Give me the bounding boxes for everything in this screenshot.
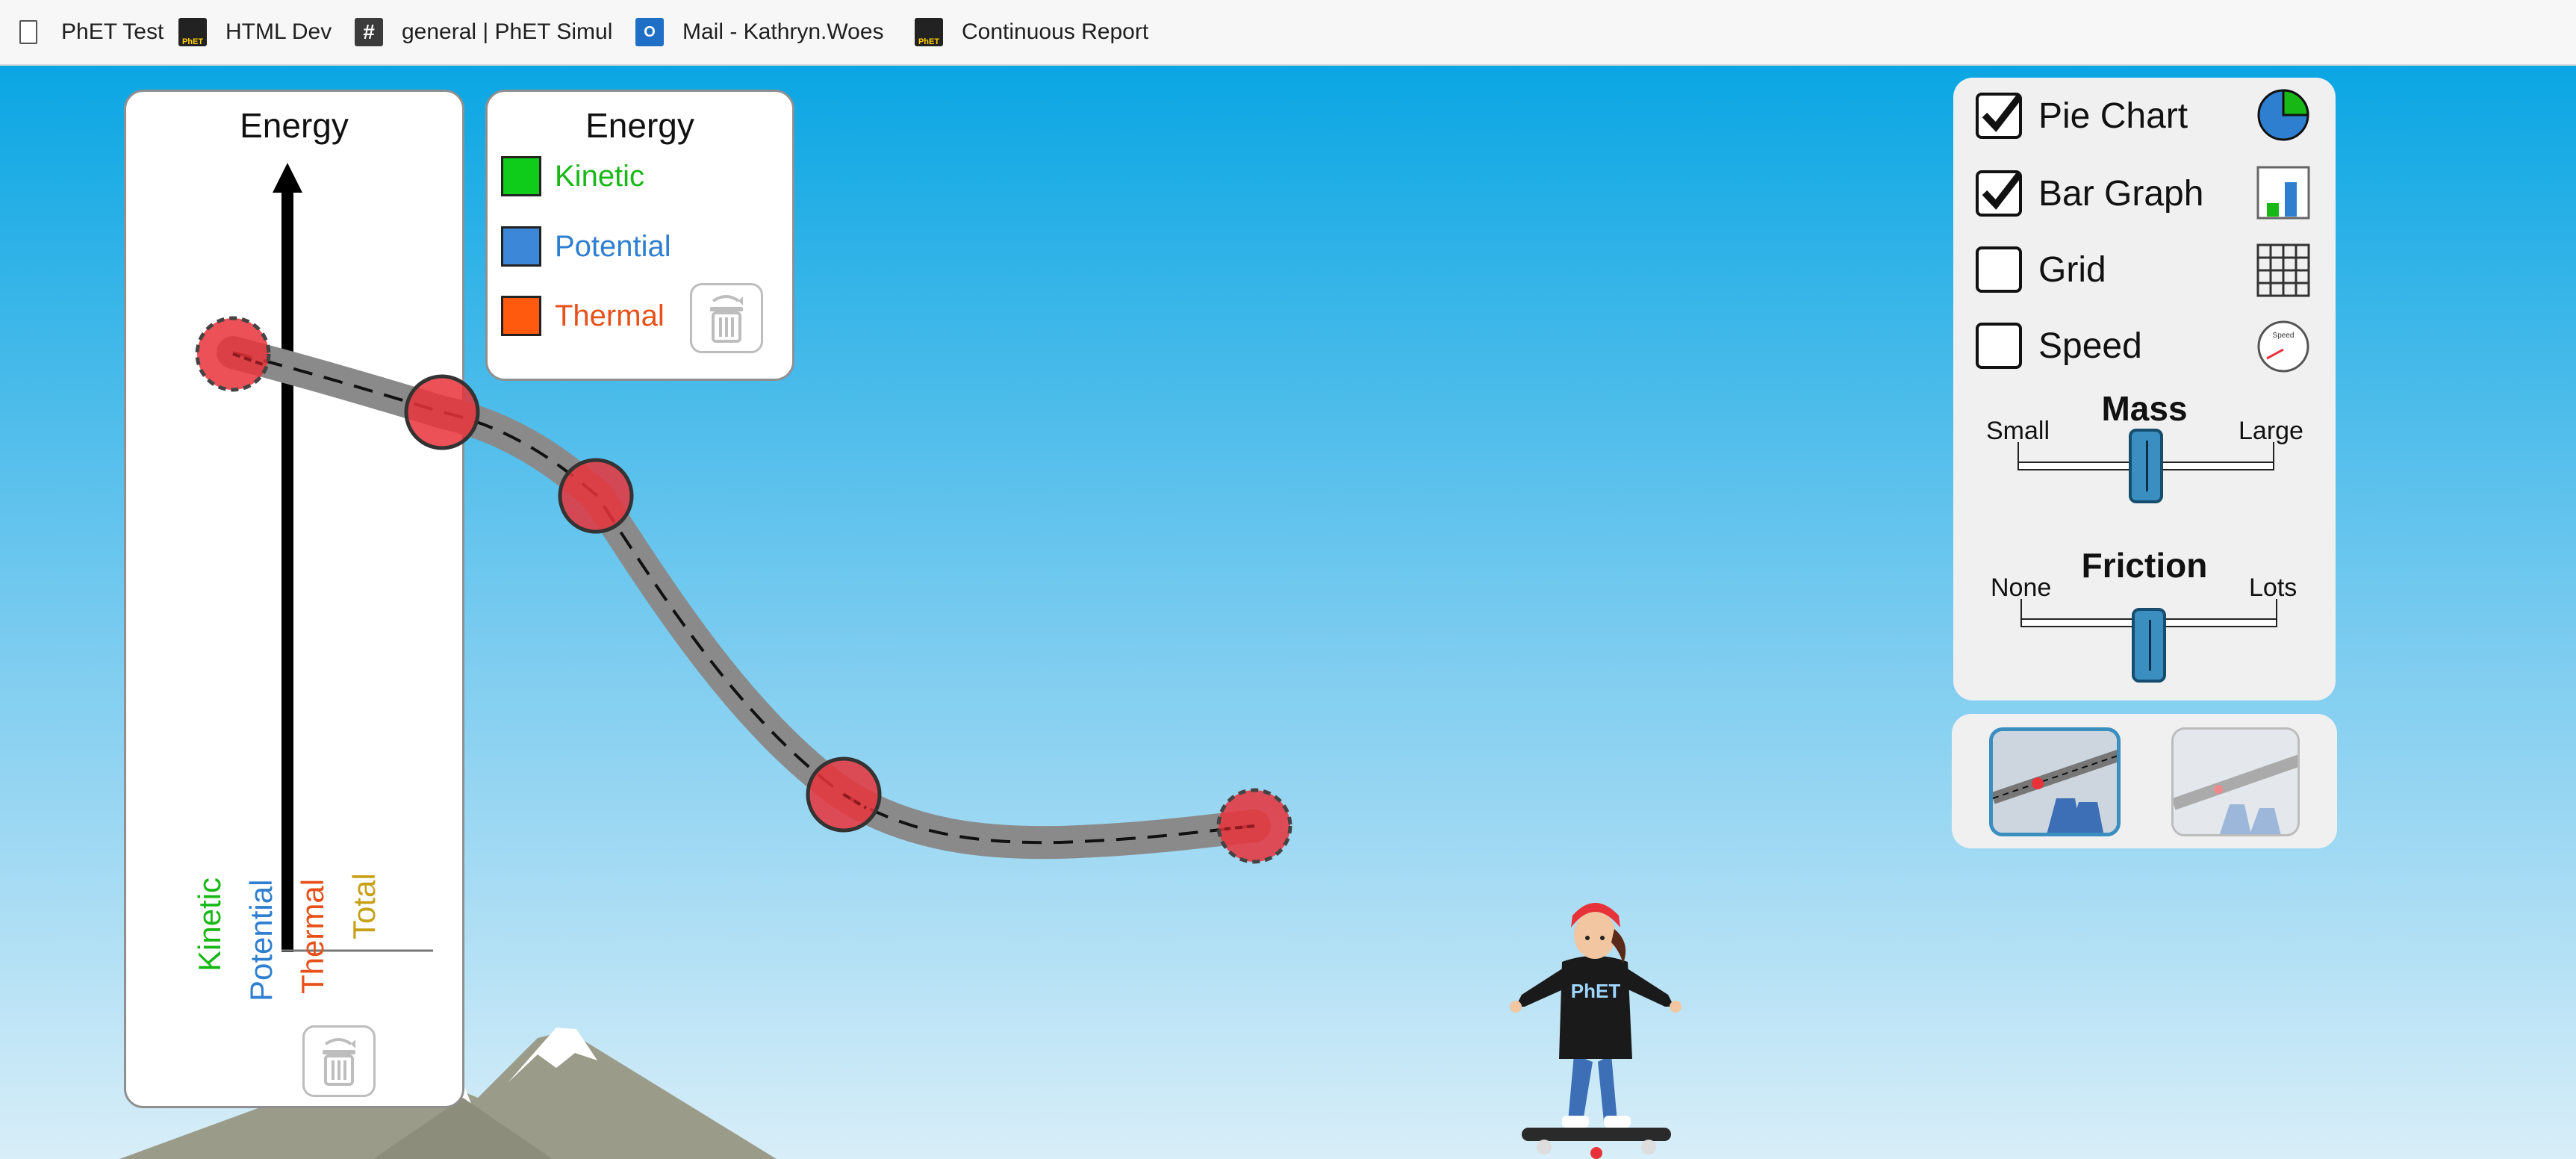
page-icon — [19, 20, 37, 44]
legend-item-potential: Potential — [501, 226, 671, 267]
track-scene-icon — [1993, 731, 2117, 833]
bookmarks-bar: PhET Test PhET HTML Dev # general | PhET… — [0, 0, 2576, 66]
bookmark-general-phet[interactable]: # general | PhET Simul — [354, 0, 612, 64]
checkmark-icon — [1982, 95, 2022, 132]
pie-chart-checkbox[interactable]: Pie Chart — [1976, 93, 2188, 139]
legend-label: Kinetic — [555, 159, 645, 193]
bar-label-kinetic: Kinetic — [192, 877, 227, 972]
grid-checkbox[interactable]: Grid — [1976, 246, 2106, 293]
clear-thermal-legend-button[interactable] — [690, 283, 763, 353]
scene-button-track-1[interactable] — [1989, 727, 2121, 836]
checkbox-label: Bar Graph — [2038, 173, 2204, 214]
bookmark-label: Continuous Report — [962, 19, 1149, 44]
speedometer-icon: Speed — [2257, 320, 2309, 373]
trash-icon — [323, 1038, 355, 1086]
checkmark-icon — [1982, 173, 2022, 210]
legend-title: Energy — [585, 106, 694, 145]
mass-tick-max — [2273, 442, 2274, 470]
skater[interactable]: PhET — [1499, 890, 1693, 1159]
checkbox-label: Grid — [2038, 249, 2106, 290]
outlook-icon: O — [635, 18, 664, 46]
checkbox[interactable] — [1976, 323, 2022, 369]
bookmark-html-dev[interactable]: PhET HTML Dev — [178, 0, 332, 64]
bookmark-continuous-report[interactable]: PhET Continuous Report — [914, 0, 1148, 64]
bar-graph-checkbox[interactable]: Bar Graph — [1976, 170, 2203, 217]
friction-tick-max — [2276, 599, 2277, 627]
legend-label: Thermal — [555, 299, 665, 332]
friction-slider-thumb[interactable] — [2132, 608, 2166, 683]
friction-tick-min — [2020, 599, 2022, 627]
bookmark-label: HTML Dev — [225, 19, 332, 44]
bar-graph-icon — [2256, 166, 2310, 220]
checkbox-label: Speed — [2038, 326, 2142, 366]
phet-icon: PhET — [178, 18, 207, 46]
bookmark-label: PhET Test — [61, 19, 164, 44]
scene-button-track-2[interactable] — [2171, 727, 2300, 836]
slack-icon: # — [355, 18, 383, 46]
bookmark-label: Mail - Kathryn.Woes — [682, 19, 884, 44]
mass-max-label: Large — [2239, 417, 2303, 445]
trash-icon — [710, 295, 743, 343]
legend-item-kinetic: Kinetic — [501, 156, 644, 196]
speed-checkbox[interactable]: Speed — [1976, 323, 2142, 369]
pie-chart-icon — [2257, 89, 2309, 141]
control-panel: Pie Chart Bar Graph Grid Speed Speed Mas… — [1953, 78, 2336, 700]
legend-label: Potential — [555, 229, 671, 263]
clear-thermal-button[interactable] — [302, 1025, 376, 1097]
bookmark-mail[interactable]: O Mail - Kathryn.Woes — [635, 0, 884, 64]
bar-label-thermal: Thermal — [295, 878, 330, 994]
skater-shirt-logo: PhET — [1571, 980, 1621, 1002]
checkbox[interactable] — [1976, 170, 2022, 217]
phet-icon: PhET — [915, 18, 943, 46]
grid-icon — [2256, 243, 2310, 297]
bar-graph-axes — [273, 163, 433, 952]
bar-label-total: Total — [346, 873, 382, 939]
thermal-swatch — [501, 296, 541, 336]
bookmark-label: general | PhET Simul — [402, 19, 613, 44]
bookmark-phet-test[interactable]: PhET Test — [13, 0, 164, 64]
kinetic-swatch — [501, 156, 541, 196]
mass-slider-thumb[interactable] — [2129, 429, 2163, 503]
bar-label-potential: Potential — [243, 879, 279, 1001]
energy-bar-graph-panel: Energy Kinetic Potential Thermal Total — [124, 90, 464, 1108]
checkbox[interactable] — [1976, 93, 2022, 139]
svg-text:Speed: Speed — [2273, 332, 2295, 340]
legend-item-thermal: Thermal — [501, 296, 665, 336]
mass-tick-min — [2017, 442, 2019, 470]
checkbox[interactable] — [1976, 246, 2022, 293]
scene-selector-panel — [1952, 714, 2337, 848]
checkbox-label: Pie Chart — [2038, 96, 2188, 136]
energy-legend-panel: Energy Kinetic Potential Thermal — [485, 90, 794, 381]
potential-swatch — [501, 226, 541, 267]
friction-max-label: Lots — [2249, 574, 2297, 602]
track-scene-icon — [2174, 730, 2297, 834]
